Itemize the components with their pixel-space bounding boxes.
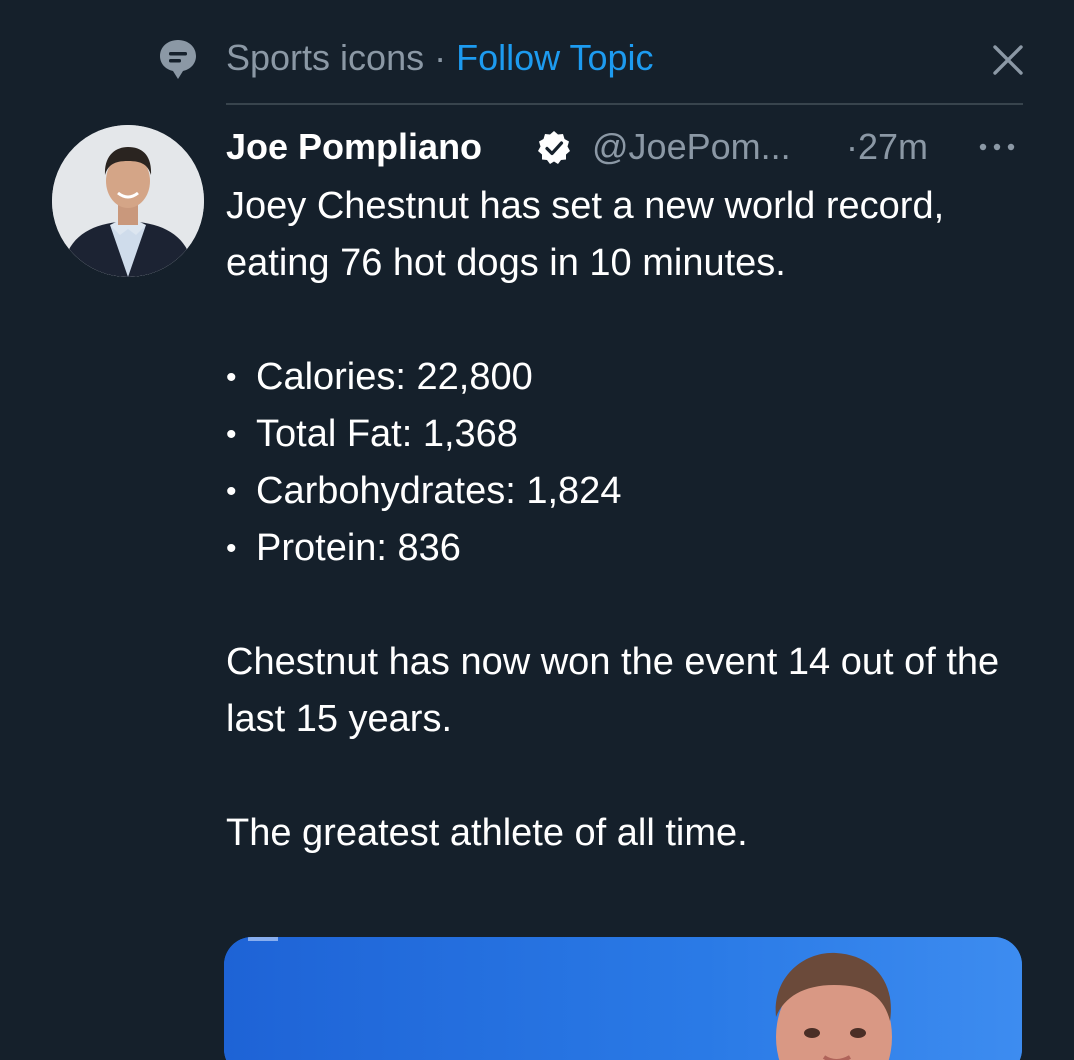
tweet-timestamp[interactable]: ·27m (846, 124, 928, 170)
author-handle[interactable]: @JoePom... (592, 124, 791, 170)
list-item: Calories: 22,800 (226, 349, 1026, 406)
tweet-media[interactable] (224, 937, 1022, 1060)
more-options-icon[interactable] (974, 132, 1020, 162)
verified-badge-icon (538, 131, 570, 164)
list-item: Protein: 836 (226, 520, 1026, 577)
topic-separator: · (424, 37, 457, 78)
follow-topic-button[interactable]: Follow Topic (456, 37, 653, 78)
tweet-paragraph: Chestnut has now won the event 14 out of… (226, 641, 1000, 740)
topic-label: Sports icons · Follow Topic (226, 36, 654, 80)
list-item: Total Fat: 1,368 (226, 406, 1026, 463)
author-name[interactable]: Joe Pompliano (226, 124, 482, 170)
avatar[interactable] (52, 125, 204, 277)
tweet-header: Joe Pompliano @JoePom... ·27m (226, 124, 1026, 170)
topic-icon (160, 40, 196, 79)
profile-photo (52, 125, 204, 277)
topic-bar: Sports icons · Follow Topic (0, 0, 1074, 104)
nutrition-list: Calories: 22,800 Total Fat: 1,368 Carboh… (226, 349, 1026, 577)
tweet-paragraph: Joey Chestnut has set a new world record… (226, 185, 945, 284)
list-item: Carbohydrates: 1,824 (226, 463, 1026, 520)
tweet-paragraph: The greatest athlete of all time. (226, 812, 748, 854)
topic-name[interactable]: Sports icons (226, 37, 424, 78)
tweet-text: Joey Chestnut has set a new world record… (226, 178, 1026, 862)
topic-divider (226, 103, 1023, 105)
media-photo (224, 937, 1022, 1060)
close-icon[interactable] (986, 38, 1030, 82)
